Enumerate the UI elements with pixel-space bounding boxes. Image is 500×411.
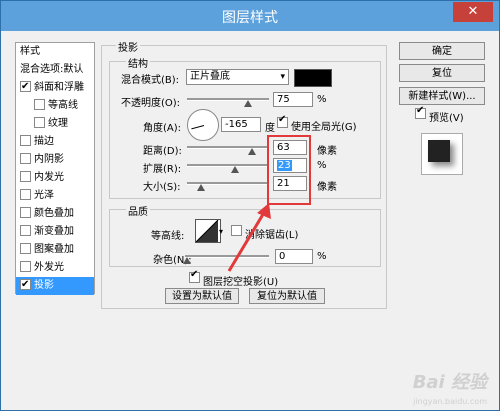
style-item-checkbox[interactable] bbox=[20, 134, 31, 146]
structure-title: 结构 bbox=[126, 55, 150, 70]
size-slider-thumb[interactable] bbox=[197, 184, 205, 191]
knockout-checkbox[interactable] bbox=[189, 269, 200, 283]
reset-default-button[interactable]: 复位为默认值 bbox=[249, 288, 325, 304]
style-item-label: 外发光 bbox=[34, 262, 64, 273]
style-item-checkbox[interactable] bbox=[20, 170, 31, 182]
style-item-label: 光泽 bbox=[34, 190, 54, 201]
style-item-label: 内阴影 bbox=[34, 154, 64, 165]
style-list-item[interactable]: 纹理 bbox=[16, 115, 94, 133]
blend-mode-label: 混合模式(B): bbox=[121, 75, 180, 86]
style-list-item[interactable]: 斜面和浮雕 bbox=[16, 78, 94, 97]
preview-square bbox=[428, 140, 450, 162]
style-item-checkbox[interactable] bbox=[20, 242, 31, 254]
style-preview-thumbnail bbox=[421, 133, 463, 175]
blend-mode-value: 正片叠底 bbox=[190, 71, 230, 82]
preview-checkbox[interactable] bbox=[415, 105, 426, 119]
style-list-item[interactable]: 混合选项:默认 bbox=[16, 61, 94, 79]
style-item-label: 纹理 bbox=[48, 118, 68, 129]
highlight-box bbox=[267, 135, 311, 205]
angle-unit: 度 bbox=[265, 123, 275, 134]
style-item-checkbox[interactable] bbox=[34, 98, 45, 110]
layer-style-dialog: 图层样式 ✕ 样式混合选项:默认斜面和浮雕等高线纹理描边内阴影内发光光泽颜色叠加… bbox=[0, 0, 500, 411]
distance-slider[interactable] bbox=[187, 146, 269, 149]
style-item-checkbox[interactable] bbox=[20, 276, 31, 294]
style-item-label: 内发光 bbox=[34, 172, 64, 183]
quality-title: 品质 bbox=[126, 203, 150, 218]
distance-label: 距离(D): bbox=[143, 146, 182, 157]
chevron-down-icon: ▾ bbox=[280, 72, 285, 82]
style-list-item[interactable]: 内阴影 bbox=[16, 151, 94, 169]
spread-slider-thumb[interactable] bbox=[231, 166, 239, 173]
style-list-item[interactable]: 图案叠加 bbox=[16, 241, 94, 259]
contour-preview[interactable] bbox=[195, 219, 221, 243]
noise-slider-thumb[interactable] bbox=[183, 257, 191, 264]
ok-button[interactable]: 确定 bbox=[399, 42, 485, 60]
distance-unit: 像素 bbox=[317, 146, 337, 157]
style-item-checkbox[interactable] bbox=[20, 78, 31, 96]
style-list-item[interactable]: 描边 bbox=[16, 133, 94, 151]
style-list-item[interactable]: 渐变叠加 bbox=[16, 223, 94, 241]
spread-unit: % bbox=[317, 160, 327, 171]
angle-dial[interactable] bbox=[187, 109, 219, 141]
drop-shadow-title: 投影 bbox=[116, 39, 140, 54]
style-item-label: 描边 bbox=[34, 136, 54, 147]
style-item-label: 样式 bbox=[20, 46, 40, 57]
style-item-checkbox[interactable] bbox=[20, 152, 31, 164]
style-item-checkbox[interactable] bbox=[20, 188, 31, 200]
style-list-item[interactable]: 外发光 bbox=[16, 259, 94, 277]
style-item-label: 等高线 bbox=[48, 100, 78, 111]
watermark-logo: Bai 经验 bbox=[412, 372, 487, 393]
style-list: 样式混合选项:默认斜面和浮雕等高线纹理描边内阴影内发光光泽颜色叠加渐变叠加图案叠… bbox=[15, 42, 95, 295]
style-item-checkbox[interactable] bbox=[20, 224, 31, 236]
style-list-item[interactable]: 投影 bbox=[16, 276, 94, 295]
style-item-checkbox[interactable] bbox=[20, 206, 31, 218]
style-item-label: 颜色叠加 bbox=[34, 208, 74, 219]
new-style-button[interactable]: 新建样式(W)... bbox=[399, 87, 485, 105]
close-button[interactable]: ✕ bbox=[453, 2, 493, 22]
style-list-item[interactable]: 颜色叠加 bbox=[16, 205, 94, 223]
reset-button[interactable]: 复位 bbox=[399, 64, 485, 82]
title-bar[interactable]: 图层样式 ✕ bbox=[1, 1, 499, 31]
style-item-checkbox[interactable] bbox=[34, 116, 45, 128]
watermark-url: jingyan.baidu.com bbox=[413, 397, 487, 406]
distance-slider-thumb[interactable] bbox=[248, 148, 256, 155]
set-default-button[interactable]: 设置为默认值 bbox=[165, 288, 239, 304]
opacity-unit: % bbox=[317, 94, 327, 105]
angle-label: 角度(A): bbox=[143, 123, 182, 134]
spread-label: 扩展(R): bbox=[143, 164, 182, 175]
size-label: 大小(S): bbox=[143, 182, 181, 193]
opacity-slider-thumb[interactable] bbox=[244, 100, 252, 107]
annotation-arrow bbox=[227, 203, 271, 272]
size-unit: 像素 bbox=[317, 182, 337, 193]
shadow-color-swatch[interactable] bbox=[294, 69, 332, 87]
angle-dial-needle bbox=[191, 125, 205, 130]
preview-label: 预览(V) bbox=[429, 113, 464, 124]
style-list-item[interactable]: 样式 bbox=[16, 43, 94, 61]
window-title: 图层样式 bbox=[222, 10, 278, 26]
opacity-slider[interactable] bbox=[187, 98, 269, 101]
style-item-label: 斜面和浮雕 bbox=[34, 82, 84, 93]
contour-curve-icon bbox=[195, 219, 219, 243]
opacity-field[interactable]: 75 bbox=[273, 92, 313, 107]
style-item-label: 混合选项:默认 bbox=[20, 64, 84, 75]
opacity-label: 不透明度(O): bbox=[121, 98, 181, 109]
style-item-checkbox[interactable] bbox=[20, 260, 31, 272]
style-list-item[interactable]: 等高线 bbox=[16, 97, 94, 115]
style-item-label: 图案叠加 bbox=[34, 244, 74, 255]
use-global-light-checkbox[interactable] bbox=[277, 114, 288, 128]
style-item-label: 渐变叠加 bbox=[34, 226, 74, 237]
spread-slider[interactable] bbox=[187, 164, 269, 167]
contour-label: 等高线: bbox=[151, 231, 185, 242]
angle-field[interactable]: -165 bbox=[221, 117, 261, 132]
use-global-light-label: 使用全局光(G) bbox=[291, 122, 357, 133]
noise-unit: % bbox=[317, 251, 327, 262]
style-item-label: 投影 bbox=[34, 280, 54, 291]
blend-mode-select[interactable]: 正片叠底 ▾ bbox=[186, 69, 289, 85]
style-list-item[interactable]: 光泽 bbox=[16, 187, 94, 205]
style-list-item[interactable]: 内发光 bbox=[16, 169, 94, 187]
